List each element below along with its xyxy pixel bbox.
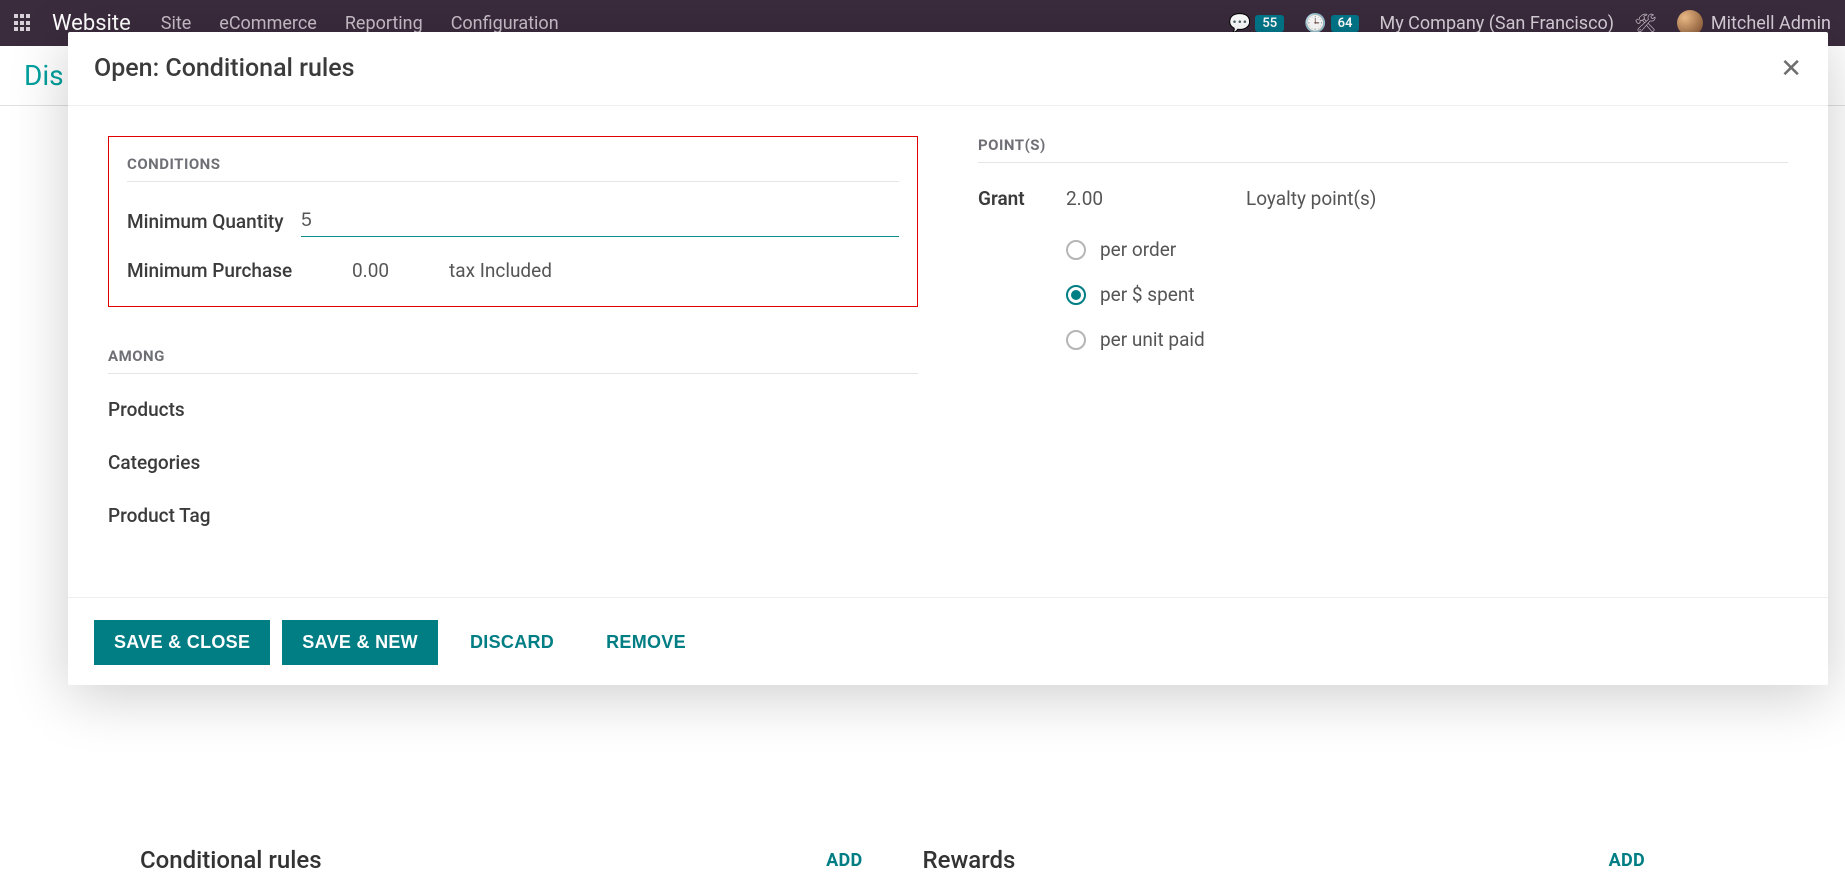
- activities-badge: 64: [1331, 15, 1360, 32]
- nav-reporting[interactable]: Reporting: [345, 13, 423, 34]
- bg-add-rule-link[interactable]: ADD: [826, 850, 862, 871]
- radio-icon: [1066, 330, 1086, 350]
- tax-included-label[interactable]: tax Included: [449, 259, 552, 282]
- grant-unit: Loyalty point(s): [1246, 187, 1376, 210]
- products-label: Products: [108, 398, 333, 421]
- grant-mode-radio-group: per order per $ spent per unit paid: [1066, 238, 1788, 351]
- dialog-footer: SAVE & CLOSE SAVE & NEW DISCARD REMOVE: [68, 597, 1828, 675]
- activities-indicator[interactable]: 🕒 64: [1304, 13, 1359, 34]
- nav-configuration[interactable]: Configuration: [451, 13, 559, 34]
- wrench-icon[interactable]: 🛠: [1634, 13, 1657, 34]
- radio-per-spent[interactable]: per $ spent: [1066, 283, 1788, 306]
- conditions-highlight-box: CONDITIONS Minimum Quantity Minimum Purc…: [108, 136, 918, 307]
- discard-button[interactable]: DISCARD: [450, 620, 574, 665]
- min-purchase-label: Minimum Purchase: [127, 259, 352, 282]
- clock-icon: 🕒: [1304, 13, 1326, 34]
- nav-site[interactable]: Site: [161, 13, 192, 34]
- radio-per-unit-label: per unit paid: [1100, 328, 1205, 351]
- nav-ecommerce[interactable]: eCommerce: [219, 13, 317, 34]
- messages-indicator[interactable]: 💬 55: [1229, 13, 1284, 34]
- bg-conditional-rules-title: Conditional rules: [140, 846, 322, 874]
- grant-value[interactable]: 2.00: [1066, 187, 1246, 210]
- min-qty-input[interactable]: [301, 206, 899, 237]
- close-icon[interactable]: ✕: [1780, 56, 1802, 82]
- dialog-title: Open: Conditional rules: [94, 54, 355, 83]
- grant-label: Grant: [978, 187, 1066, 210]
- product-tag-label: Product Tag: [108, 504, 333, 527]
- messages-badge: 55: [1255, 15, 1284, 32]
- radio-per-unit[interactable]: per unit paid: [1066, 328, 1788, 351]
- bg-rewards-title: Rewards: [923, 846, 1016, 874]
- save-close-button[interactable]: SAVE & CLOSE: [94, 620, 270, 665]
- radio-icon: [1066, 285, 1086, 305]
- among-heading: AMONG: [108, 347, 918, 374]
- remove-button[interactable]: REMOVE: [586, 620, 706, 665]
- conditional-rules-dialog: Open: Conditional rules ✕ CONDITIONS Min…: [68, 32, 1828, 685]
- radio-per-order[interactable]: per order: [1066, 238, 1788, 261]
- breadcrumb-fragment: Dis: [24, 59, 64, 92]
- min-purchase-value[interactable]: 0.00: [352, 259, 389, 282]
- points-heading: POINT(S): [978, 136, 1788, 163]
- bg-add-reward-link[interactable]: ADD: [1609, 850, 1645, 871]
- user-name: Mitchell Admin: [1711, 13, 1831, 34]
- save-new-button[interactable]: SAVE & NEW: [282, 620, 438, 665]
- min-qty-label: Minimum Quantity: [127, 210, 301, 233]
- company-switcher[interactable]: My Company (San Francisco): [1379, 13, 1614, 34]
- dialog-header: Open: Conditional rules ✕: [68, 32, 1828, 106]
- radio-per-spent-label: per $ spent: [1100, 283, 1195, 306]
- conditions-heading: CONDITIONS: [127, 155, 899, 182]
- apps-icon[interactable]: [14, 14, 32, 32]
- categories-label: Categories: [108, 451, 333, 474]
- radio-per-order-label: per order: [1100, 238, 1176, 261]
- radio-icon: [1066, 240, 1086, 260]
- chat-icon: 💬: [1229, 13, 1251, 34]
